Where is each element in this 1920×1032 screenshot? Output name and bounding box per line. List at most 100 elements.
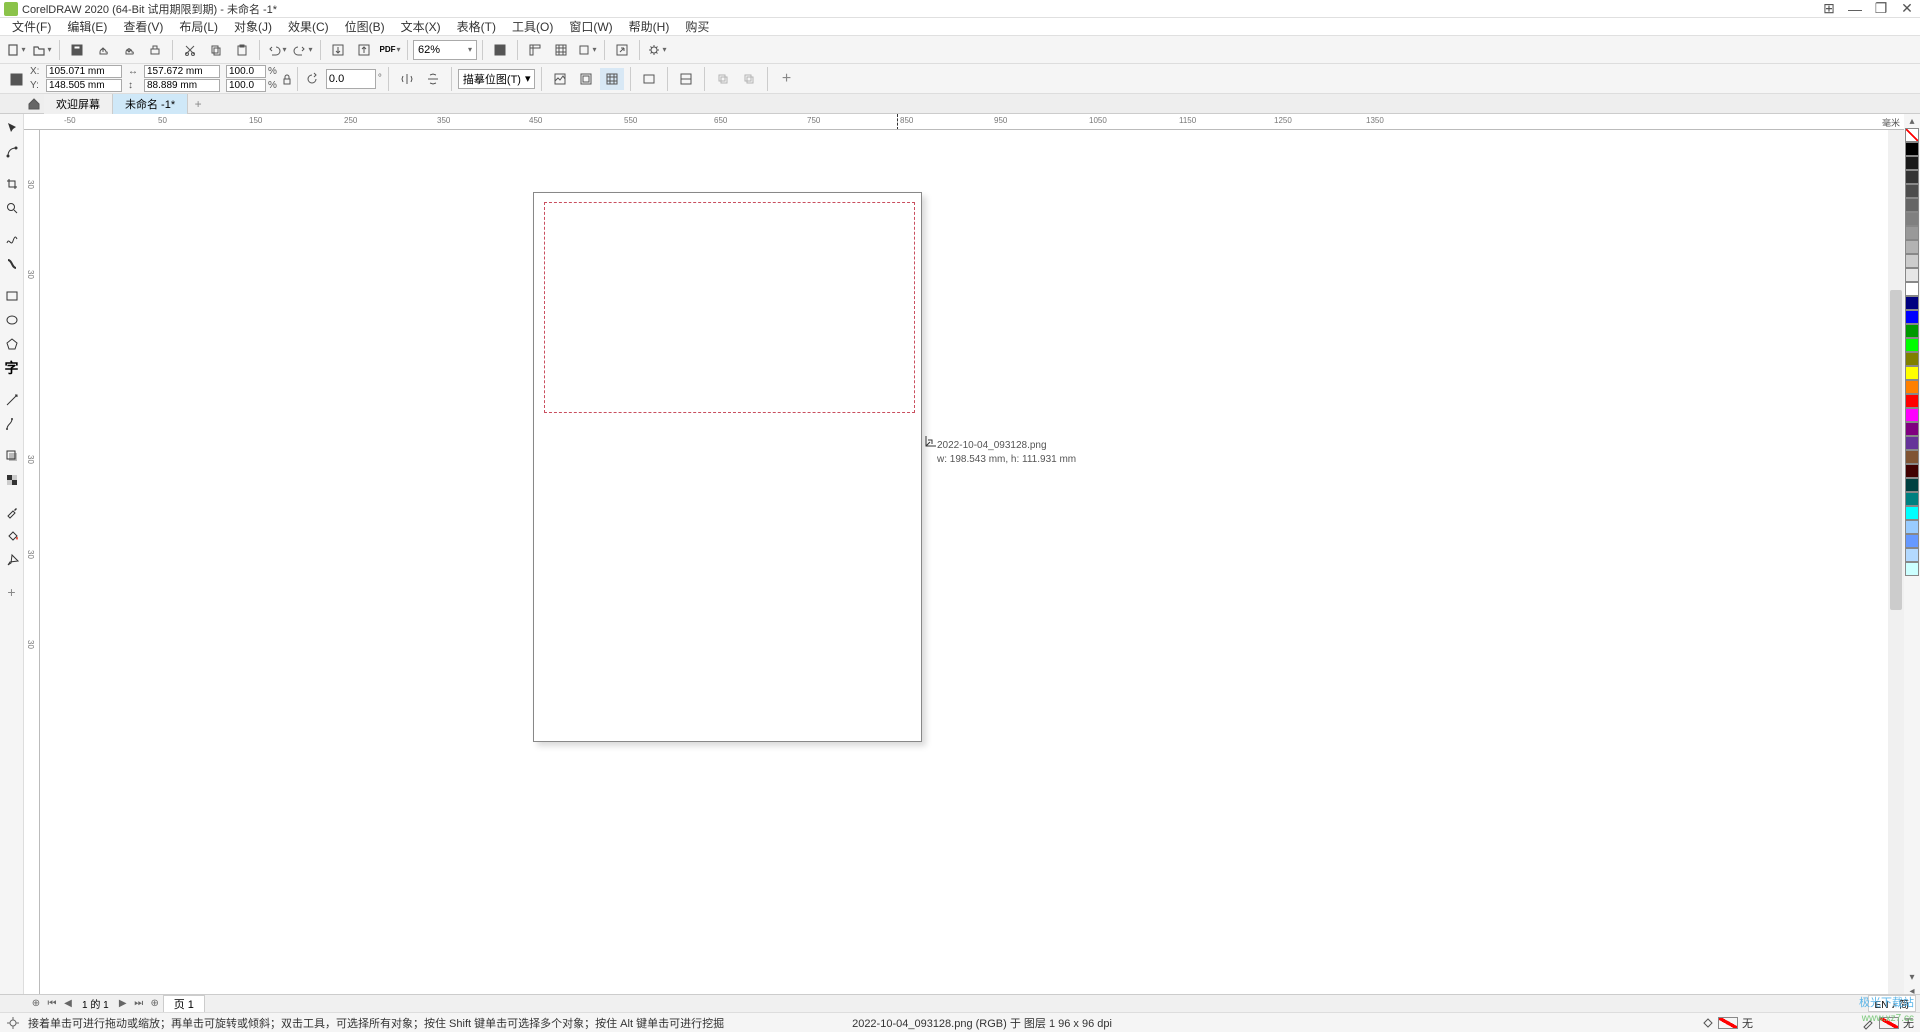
color-swatch[interactable] xyxy=(1905,324,1919,338)
menu-file[interactable]: 文件(F) xyxy=(4,18,59,35)
fill-indicator[interactable]: 无 xyxy=(1700,1015,1753,1031)
menu-layout[interactable]: 布局(L) xyxy=(171,18,226,35)
color-swatch[interactable] xyxy=(1905,464,1919,478)
color-swatch[interactable] xyxy=(1905,198,1919,212)
new-button[interactable]: ▾ xyxy=(4,39,28,61)
color-swatch[interactable] xyxy=(1905,520,1919,534)
paste-button[interactable] xyxy=(230,39,254,61)
vertical-scrollbar[interactable] xyxy=(1888,130,1904,994)
eyedropper-tool[interactable] xyxy=(1,501,23,523)
copy-button[interactable] xyxy=(204,39,228,61)
color-swatch[interactable] xyxy=(1905,408,1919,422)
color-swatch[interactable] xyxy=(1905,534,1919,548)
crop-tool[interactable] xyxy=(1,173,23,195)
cloud-down-button[interactable] xyxy=(117,39,141,61)
color-swatch[interactable] xyxy=(1905,184,1919,198)
color-swatch[interactable] xyxy=(1905,506,1919,520)
menu-buy[interactable]: 购买 xyxy=(677,18,717,35)
scale-y-input[interactable] xyxy=(226,79,266,92)
color-swatch[interactable] xyxy=(1905,562,1919,576)
origin-button[interactable] xyxy=(4,68,28,90)
undo-button[interactable]: ▾ xyxy=(265,39,289,61)
width-input[interactable] xyxy=(144,65,220,78)
color-swatch[interactable] xyxy=(1905,366,1919,380)
menu-object[interactable]: 对象(J) xyxy=(226,18,280,35)
rotate-button[interactable] xyxy=(300,68,324,90)
tab-document[interactable]: 未命名 -1* xyxy=(113,94,188,114)
page-last-button[interactable]: ⏭ xyxy=(131,997,147,1011)
horizontal-scrollbar[interactable] xyxy=(211,998,1862,1010)
menu-edit[interactable]: 编辑(E) xyxy=(59,18,115,35)
palette-down-button[interactable]: ▾ xyxy=(1904,970,1920,984)
color-swatch[interactable] xyxy=(1905,310,1919,324)
pdf-button[interactable]: PDF▾ xyxy=(378,39,402,61)
horizontal-ruler[interactable]: -50 50 150 250 350 450 550 650 750 850 9… xyxy=(24,114,1904,130)
add-tool[interactable]: + xyxy=(1,581,23,603)
mirror-v-button[interactable] xyxy=(421,68,445,90)
export-button[interactable] xyxy=(352,39,376,61)
dropshadow-tool[interactable] xyxy=(1,445,23,467)
scrollbar-thumb[interactable] xyxy=(1890,290,1902,610)
ellipse-tool[interactable] xyxy=(1,309,23,331)
color-swatch[interactable] xyxy=(1905,450,1919,464)
color-swatch[interactable] xyxy=(1905,380,1919,394)
vertical-ruler[interactable]: 30 30 30 30 30 xyxy=(24,130,40,994)
freehand-tool[interactable] xyxy=(1,229,23,251)
color-swatch[interactable] xyxy=(1905,548,1919,562)
color-swatch[interactable] xyxy=(1905,422,1919,436)
fullscreen-button[interactable] xyxy=(488,39,512,61)
trace-combo[interactable]: 描摹位图(T)▾ xyxy=(458,69,536,89)
page-first-button[interactable]: ⏮ xyxy=(44,997,60,1011)
menu-tools[interactable]: 工具(O) xyxy=(504,18,561,35)
minimize-button[interactable]: — xyxy=(1846,2,1864,16)
connector-tool[interactable] xyxy=(1,413,23,435)
color-swatch[interactable] xyxy=(1905,282,1919,296)
wrap-button[interactable] xyxy=(637,68,661,90)
color-swatch[interactable] xyxy=(1905,254,1919,268)
tab-add-button[interactable]: + xyxy=(188,97,208,111)
menu-help[interactable]: 帮助(H) xyxy=(621,18,678,35)
color-swatch[interactable] xyxy=(1905,352,1919,366)
print-button[interactable] xyxy=(143,39,167,61)
color-swatch[interactable] xyxy=(1905,156,1919,170)
save-button[interactable] xyxy=(65,39,89,61)
snap-button[interactable]: ▾ xyxy=(575,39,599,61)
dimension-tool[interactable] xyxy=(1,389,23,411)
rotation-input[interactable] xyxy=(326,69,376,89)
close-button[interactable]: ✕ xyxy=(1898,2,1916,16)
import-button[interactable] xyxy=(326,39,350,61)
menu-table[interactable]: 表格(T) xyxy=(449,18,504,35)
redo-button[interactable]: ▾ xyxy=(291,39,315,61)
outline-tool[interactable] xyxy=(1,549,23,571)
cut-button[interactable] xyxy=(178,39,202,61)
page-next-button[interactable]: ▶ xyxy=(115,997,131,1011)
lock-ratio-button[interactable] xyxy=(279,69,295,89)
page-add-button[interactable]: ⊕ xyxy=(28,997,44,1011)
color-swatch[interactable] xyxy=(1905,268,1919,282)
color-swatch[interactable] xyxy=(1905,492,1919,506)
polygon-tool[interactable] xyxy=(1,333,23,355)
add-button[interactable]: + xyxy=(774,68,798,90)
options-button[interactable]: ▾ xyxy=(645,39,669,61)
height-input[interactable] xyxy=(144,79,220,92)
zoom-combo[interactable]: 62%▾ xyxy=(413,40,477,60)
menu-view[interactable]: 查看(V) xyxy=(115,18,171,35)
color-swatch[interactable] xyxy=(1905,338,1919,352)
page-tab[interactable]: 页 1 xyxy=(163,995,205,1013)
text-tool[interactable]: 字 xyxy=(1,357,23,379)
color-swatch[interactable] xyxy=(1905,226,1919,240)
zoom-tool[interactable] xyxy=(1,197,23,219)
rulers-button[interactable] xyxy=(523,39,547,61)
color-swatch[interactable] xyxy=(1905,142,1919,156)
launch-button[interactable] xyxy=(610,39,634,61)
menu-text[interactable]: 文本(X) xyxy=(393,18,449,35)
order-front-button[interactable] xyxy=(711,68,735,90)
swatch-nofill[interactable] xyxy=(1905,128,1919,142)
shape-tool[interactable] xyxy=(1,141,23,163)
transparency-tool[interactable] xyxy=(1,469,23,491)
maximize-button[interactable]: ❐ xyxy=(1872,2,1890,16)
menu-window[interactable]: 窗口(W) xyxy=(561,18,620,35)
canvas[interactable]: 2022-10-04_093128.png w: 198.543 mm, h: … xyxy=(40,130,1888,994)
artistic-tool[interactable] xyxy=(1,253,23,275)
x-input[interactable] xyxy=(46,65,122,78)
